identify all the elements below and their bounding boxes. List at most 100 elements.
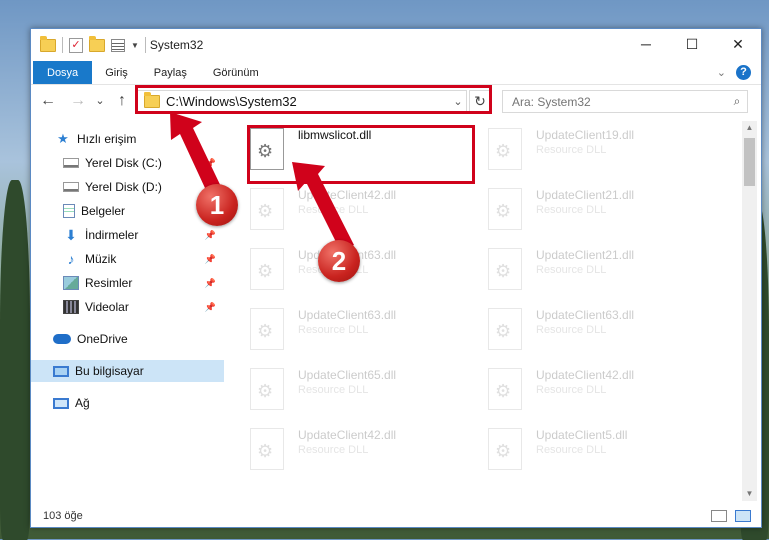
help-icon[interactable]: ? [736,65,751,80]
window-title: System32 [149,38,204,52]
sidebar-item-music[interactable]: ♪ Müzik 📌 [31,248,224,270]
drive-icon [63,158,79,168]
sidebar-item-this-pc[interactable]: Bu bilgisayar [31,360,224,382]
computer-icon [53,365,69,377]
forward-button[interactable]: → [69,92,87,110]
file-name: UpdateClient42.dll [536,368,635,382]
customize-toolbar-icon[interactable] [111,38,125,52]
maximize-button[interactable]: ☐ [669,29,715,59]
title-bar: ✓ ▼ System32 ─ ☐ ✕ [31,29,761,61]
file-tile[interactable]: UpdateClient42.dll Resource DLL [481,361,711,417]
sidebar-item-local-disk-c[interactable]: Yerel Disk (C:) 📌 [31,152,224,174]
sidebar-item-onedrive[interactable]: OneDrive [31,328,224,350]
file-name: UpdateClient21.dll [536,248,635,262]
file-tile[interactable]: UpdateClient63.dll Resource DLL [243,301,473,357]
file-type: Resource DLL [298,444,369,456]
folder-icon [40,35,56,52]
large-icons-view-icon[interactable] [735,510,751,522]
minimize-button[interactable]: ─ [623,29,669,59]
tab-file[interactable]: Dosya [33,61,93,84]
new-folder-icon[interactable] [89,35,105,52]
file-tile[interactable]: UpdateClient63.dll Resource DLL [481,301,711,357]
sidebar-item-label: Yerel Disk (D:) [85,180,162,194]
dll-file-icon [488,188,522,230]
pin-icon[interactable]: 📌 [205,278,216,289]
details-view-icon[interactable] [711,510,727,522]
video-icon [63,300,79,314]
dll-file-icon [250,308,284,350]
file-tile[interactable]: UpdateClient42.dll Resource DLL [243,421,473,477]
file-tile[interactable]: UpdateClient19.dll Resource DLL [481,121,711,177]
toolbar-divider [144,37,146,53]
scroll-up-icon[interactable]: ▲ [742,121,757,135]
dll-file-icon [250,428,284,470]
sidebar-item-label: Bu bilgisayar [75,364,144,378]
sidebar-item-pictures[interactable]: Resimler 📌 [31,272,224,294]
file-tile[interactable]: UpdateClient5.dll Resource DLL [481,421,711,477]
search-icon[interactable]: ⌕ [727,94,747,109]
file-tile[interactable]: UpdateClient65.dll Resource DLL [243,361,473,417]
sidebar-item-label: Ağ [75,396,90,410]
file-type: Resource DLL [536,384,607,396]
expand-ribbon-icon[interactable]: ⌄ [717,66,726,79]
sidebar-item-label: Yerel Disk (C:) [85,156,162,170]
step-badge-1: 1 [196,184,238,226]
pictures-icon [63,276,79,290]
file-type: Resource DLL [536,444,607,456]
scroll-down-icon[interactable]: ▼ [742,487,757,501]
dll-file-icon [250,248,284,290]
ribbon-right: ⌄ ? [717,65,751,80]
file-name: UpdateClient63.dll [536,308,635,322]
search-box[interactable]: ⌕ [502,90,748,113]
search-input[interactable] [503,94,727,109]
file-tile[interactable]: UpdateClient21.dll Resource DLL [481,181,711,237]
network-icon [53,397,69,409]
file-name: UpdateClient21.dll [536,188,635,202]
dll-file-icon [250,368,284,410]
dll-file-icon [488,308,522,350]
document-icon [63,204,75,218]
view-switcher [711,510,751,522]
step-badge-2: 2 [318,240,360,282]
back-button[interactable]: ← [39,92,57,110]
chevron-down-icon[interactable]: ▼ [131,41,139,50]
sidebar-item-downloads[interactable]: ⬇ İndirmeler 📌 [31,224,224,246]
close-button[interactable]: ✕ [715,29,761,59]
dll-file-icon [488,368,522,410]
sidebar-item-label: OneDrive [77,332,128,346]
file-tile[interactable]: UpdateClient42.dll Resource DLL [243,181,473,237]
tab-view[interactable]: Görünüm [200,61,272,84]
pin-icon[interactable]: 📌 [205,158,216,169]
pin-icon[interactable]: 📌 [205,230,216,241]
sidebar-item-network[interactable]: Ağ [31,392,224,414]
recent-locations-button[interactable]: ⌄ [91,92,109,110]
file-name: UpdateClient19.dll [536,128,635,142]
ribbon-tabs: Dosya Giriş Paylaş Görünüm ⌄ ? [31,61,761,85]
file-name: UpdateClient63.dll [298,308,397,322]
file-name: UpdateClient5.dll [536,428,628,442]
sidebar-item-local-disk-d[interactable]: Yerel Disk (D:) 📌 [31,176,224,198]
background-tree [0,180,30,540]
file-tile[interactable]: UpdateClient21.dll Resource DLL [481,241,711,297]
sidebar-item-videos[interactable]: Videolar 📌 [31,296,224,318]
explorer-window: ✓ ▼ System32 ─ ☐ ✕ Dosya Giriş Paylaş Gö… [30,28,762,528]
tab-share[interactable]: Paylaş [141,61,200,84]
navigation-pane: ★ Hızlı erişim Yerel Disk (C:) 📌 Yerel D… [31,125,224,495]
scrollbar-thumb[interactable] [744,138,755,186]
tab-home[interactable]: Giriş [92,61,141,84]
file-type: Resource DLL [536,204,607,216]
quick-access-toolbar: ✓ ▼ [40,35,146,53]
pin-icon[interactable]: 📌 [205,254,216,265]
properties-check-icon[interactable]: ✓ [69,37,83,53]
vertical-scrollbar[interactable]: ▲ ▼ [742,121,757,501]
item-count: 103 öğe [43,510,83,522]
dll-file-icon [250,188,284,230]
sidebar-item-quick-access[interactable]: ★ Hızlı erişim [31,128,224,150]
pin-icon[interactable]: 📌 [205,302,216,313]
up-button[interactable]: ↑ [113,92,131,110]
dll-file-icon [488,248,522,290]
download-icon: ⬇ [65,227,77,243]
sidebar-item-label: İndirmeler [85,228,139,242]
file-type: Resource DLL [536,264,607,276]
file-type: Resource DLL [298,384,369,396]
